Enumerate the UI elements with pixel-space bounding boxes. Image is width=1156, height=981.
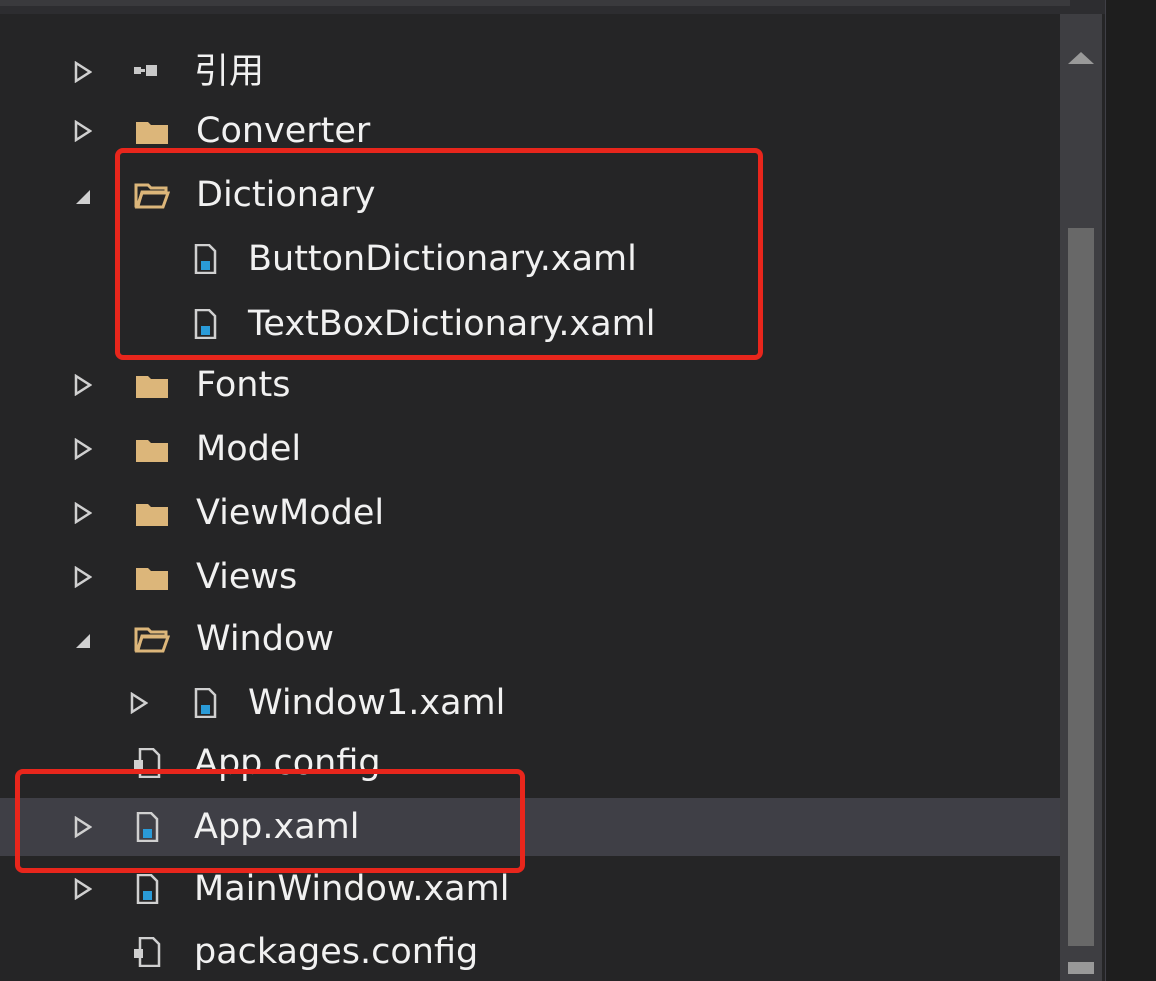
collapse-arrow-icon[interactable] (74, 184, 92, 206)
expand-arrow-icon[interactable] (74, 502, 92, 524)
adjacent-pane (1105, 0, 1156, 981)
expand-arrow-icon[interactable] (74, 878, 92, 900)
tree-item-label: Window (196, 619, 335, 659)
folder-icon (134, 434, 170, 464)
folder-icon (134, 562, 170, 592)
folder-icon (134, 498, 170, 528)
tree-item-button-dictionary[interactable]: ButtonDictionary.xaml (0, 230, 1060, 288)
expand-arrow-icon[interactable] (74, 374, 92, 396)
tree-item-app-xaml[interactable]: App.xaml (0, 798, 1060, 856)
tree-item-label: 引用 (194, 52, 265, 92)
xaml-file-icon (190, 687, 226, 719)
expand-arrow-icon[interactable] (74, 61, 92, 83)
tree-item-label: Converter (196, 111, 371, 151)
tree-item-textbox-dictionary[interactable]: TextBoxDictionary.xaml (0, 295, 1060, 353)
toolbar-edge (0, 0, 1070, 6)
tree-item-label: Fonts (196, 365, 291, 405)
tree-item-label: Dictionary (196, 175, 376, 215)
scroll-down-icon[interactable] (1068, 962, 1094, 974)
tree-item-label: App.config (194, 743, 381, 783)
config-file-icon (132, 936, 168, 968)
folder-open-icon (134, 624, 171, 654)
tree-item-views[interactable]: Views (0, 548, 1060, 606)
tree-item-viewmodel[interactable]: ViewModel (0, 484, 1060, 542)
top-toolbar-strip (0, 0, 1156, 14)
tree-item-app-config[interactable]: App.config (0, 734, 1060, 792)
tree-item-window1[interactable]: Window1.xaml (0, 674, 1060, 732)
expand-arrow-icon[interactable] (74, 816, 92, 838)
xaml-file-icon (132, 811, 168, 843)
config-file-icon (132, 747, 168, 779)
folder-icon (134, 116, 170, 146)
tree-item-label: packages.config (194, 932, 479, 972)
tree-item-label: ViewModel (196, 493, 385, 533)
tree-item-label: Views (196, 557, 298, 597)
tree-item-label: App.xaml (194, 807, 360, 847)
tree-item-label: MainWindow.xaml (194, 869, 510, 909)
folder-icon (134, 370, 170, 400)
collapse-arrow-icon[interactable] (74, 628, 92, 650)
expand-arrow-icon[interactable] (74, 120, 92, 142)
tree-item-label: ButtonDictionary.xaml (248, 239, 637, 279)
tree-item-references[interactable]: 引用 (0, 43, 1060, 101)
tree-item-label: Model (196, 429, 302, 469)
expand-arrow-icon[interactable] (74, 566, 92, 588)
tree-item-fonts[interactable]: Fonts (0, 356, 1060, 414)
scroll-up-icon[interactable] (1068, 52, 1094, 64)
expand-arrow-icon[interactable] (74, 438, 92, 460)
scrollbar-thumb[interactable] (1068, 228, 1094, 946)
xaml-file-icon (132, 873, 168, 905)
tree-item-converter[interactable]: Converter (0, 102, 1060, 160)
tree-item-model[interactable]: Model (0, 420, 1060, 478)
tree-item-window[interactable]: Window (0, 610, 1060, 668)
folder-open-icon (134, 180, 171, 210)
tree-item-label: Window1.xaml (248, 683, 506, 723)
tree-item-mainwindow[interactable]: MainWindow.xaml (0, 860, 1060, 918)
tree-item-label: TextBoxDictionary.xaml (248, 304, 656, 344)
tree-item-packages-config[interactable]: packages.config (0, 923, 1060, 981)
expand-arrow-icon[interactable] (130, 692, 148, 714)
references-icon (132, 57, 168, 87)
xaml-file-icon (190, 243, 226, 275)
tree-item-dictionary[interactable]: Dictionary (0, 166, 1060, 224)
xaml-file-icon (190, 308, 226, 340)
